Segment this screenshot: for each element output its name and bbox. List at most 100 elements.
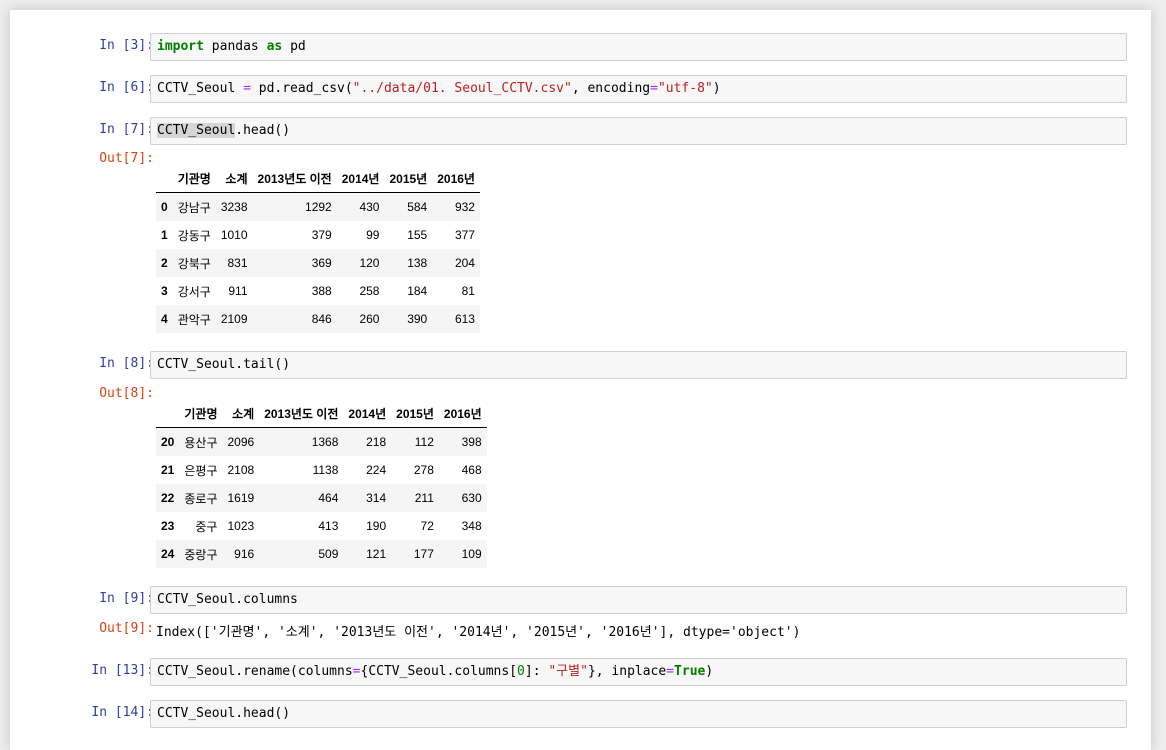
table-cell: 258 <box>359 284 380 298</box>
table-cell: 1619 <box>227 491 255 505</box>
table-cell: 911 <box>228 284 248 298</box>
code-string: "../data/01. Seoul_CCTV.csv" <box>352 81 572 96</box>
code-cell-3[interactable]: import pandas as pd <box>150 33 1127 61</box>
code-operator: = <box>666 664 675 679</box>
table-row: 2 강북구 831 369 120 138 204 <box>156 249 480 277</box>
table-cell: 109 <box>461 547 482 561</box>
table-cell: 관악구 <box>177 312 211 327</box>
table-row: 22 종로구 1619 464 314 211 630 <box>156 484 487 512</box>
table-cell: 509 <box>318 547 339 561</box>
column-header: 2016년 <box>438 400 487 428</box>
table-cell: 314 <box>366 491 387 505</box>
output-text-9: Index(['기관명', '소계', '2013년도 이전', '2014년'… <box>156 625 801 640</box>
table-header-row: 기관명 소계 2013년도 이전 2014년 2015년 2016년 <box>156 400 487 428</box>
table-cell: 613 <box>454 312 475 326</box>
table-cell: 72 <box>420 519 434 533</box>
row-index: 23 <box>161 519 175 533</box>
code-keyword: True <box>674 664 706 679</box>
code-text: {CCTV_Seoul.columns[ <box>360 664 518 679</box>
code-text: ) <box>705 664 714 679</box>
input-prompt-14: In [14]: <box>91 705 154 720</box>
table-cell: 1010 <box>220 228 248 242</box>
table-cell: 강서구 <box>177 284 211 299</box>
code-text: ) <box>712 81 721 96</box>
column-header: 2015년 <box>391 400 439 428</box>
code-text: CCTV_Seoul.rename(columns <box>157 664 353 679</box>
input-prompt-9: In [9]: <box>99 591 154 606</box>
notebook-container: In [3]: import pandas as pd In [6]: CCTV… <box>10 10 1151 750</box>
column-header: 기관명 <box>172 165 216 193</box>
row-index: 1 <box>161 228 168 242</box>
table-cell: 1023 <box>227 519 255 533</box>
table-cell: 81 <box>461 284 475 298</box>
column-header: 2014년 <box>336 165 385 193</box>
row-index: 2 <box>161 256 168 270</box>
code-text: ]: <box>524 664 549 679</box>
code-cell-6[interactable]: CCTV_Seoul = pd.read_csv("../data/01. Se… <box>150 75 1127 103</box>
input-prompt-8: In [8]: <box>99 356 154 371</box>
table-cell: 112 <box>414 435 434 449</box>
code-operator: = <box>243 81 251 96</box>
table-cell: 1138 <box>312 463 339 477</box>
index-header <box>156 165 173 193</box>
table-cell: 377 <box>454 228 475 242</box>
table-cell: 은평구 <box>184 463 218 478</box>
input-prompt-3: In [3]: <box>99 38 154 53</box>
table-cell: 2108 <box>227 463 255 477</box>
table-cell: 강북구 <box>177 256 211 271</box>
code-text: .head() <box>235 123 291 138</box>
code-string: "구별" <box>548 664 588 679</box>
input-prompt-7: In [7]: <box>99 122 154 137</box>
column-header: 소계 <box>222 400 260 428</box>
code-cell-7[interactable]: CCTV_Seoul.head() <box>150 117 1127 145</box>
table-cell: 177 <box>413 547 434 561</box>
table-cell: 413 <box>318 519 339 533</box>
table-header-row: 기관명 소계 2013년도 이전 2014년 2015년 2016년 <box>156 165 480 193</box>
code-text: CCTV_Seoul <box>157 81 244 96</box>
table-cell: 190 <box>366 519 387 533</box>
table-cell: 99 <box>366 228 380 242</box>
table-cell: 846 <box>311 312 332 326</box>
table-cell: 3238 <box>220 200 248 214</box>
row-index: 20 <box>161 435 175 449</box>
code-text: }, inplace <box>587 664 667 679</box>
table-cell: 916 <box>234 547 255 561</box>
table-cell: 1292 <box>305 200 332 214</box>
index-header <box>156 400 180 428</box>
code-keyword: as <box>266 39 283 54</box>
dataframe-head-table: 기관명 소계 2013년도 이전 2014년 2015년 2016년 0 강남구 3238 12… <box>156 165 480 333</box>
row-index: 24 <box>161 547 175 561</box>
code-cell-13[interactable]: CCTV_Seoul.rename(columns={CCTV_Seoul.co… <box>150 658 1127 686</box>
table-row: 0 강남구 3238 1292 430 584 932 <box>156 192 480 221</box>
table-cell: 369 <box>311 256 332 270</box>
table-cell: 강남구 <box>177 200 211 215</box>
column-header: 소계 <box>215 165 253 193</box>
code-cell-14[interactable]: CCTV_Seoul.head() <box>150 700 1127 728</box>
table-row: 4 관악구 2109 846 260 390 613 <box>156 305 480 333</box>
table-cell: 630 <box>461 491 482 505</box>
code-cell-9[interactable]: CCTV_Seoul.columns <box>150 586 1127 614</box>
table-cell: 211 <box>414 491 434 505</box>
column-header: 기관명 <box>179 400 223 428</box>
table-cell: 260 <box>359 312 380 326</box>
table-cell: 390 <box>407 312 428 326</box>
table-cell: 584 <box>407 200 428 214</box>
table-cell: 강동구 <box>177 228 211 243</box>
table-cell: 용산구 <box>184 435 218 450</box>
output-prompt-7: Out[7]: <box>99 151 154 166</box>
row-index: 22 <box>161 491 175 505</box>
code-string: "utf-8" <box>657 81 713 96</box>
table-cell: 348 <box>461 519 482 533</box>
code-operator: = <box>352 664 361 679</box>
column-header: 2013년도 이전 <box>259 400 344 428</box>
code-cell-8[interactable]: CCTV_Seoul.tail() <box>150 351 1127 379</box>
input-prompt-6: In [6]: <box>99 80 154 95</box>
table-cell: 218 <box>366 435 387 449</box>
table-cell: 2109 <box>220 312 248 326</box>
row-index: 3 <box>161 284 168 298</box>
table-cell: 중구 <box>195 519 218 534</box>
output-prompt-9: Out[9]: <box>99 621 154 636</box>
table-row: 3 강서구 911 388 258 184 81 <box>156 277 480 305</box>
table-cell: 138 <box>407 256 428 270</box>
code-keyword: import <box>157 39 204 54</box>
